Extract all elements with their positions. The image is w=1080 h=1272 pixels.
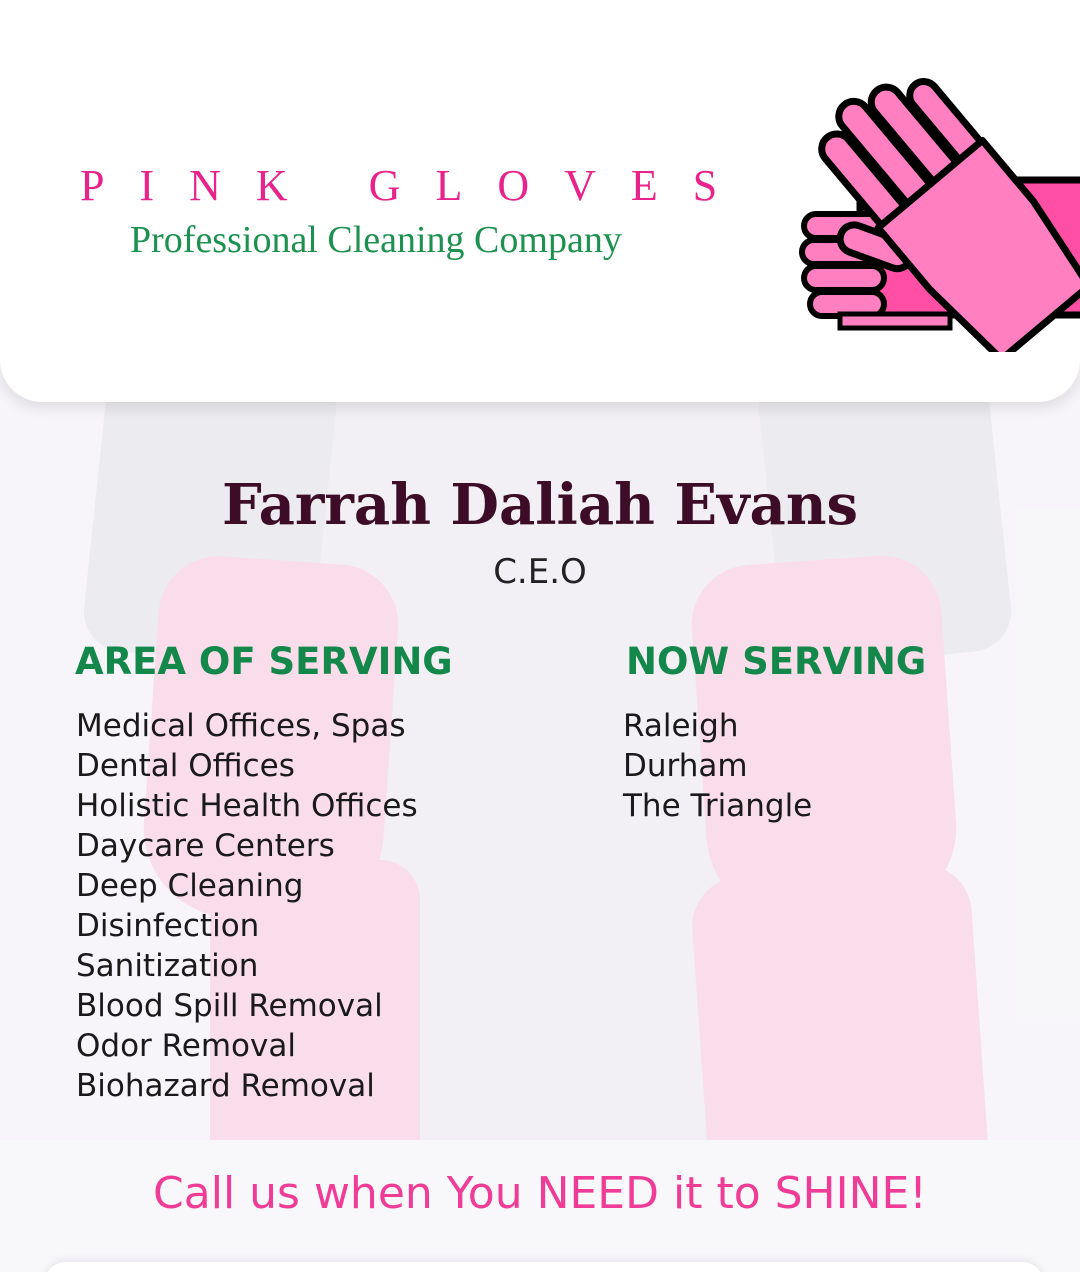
service-list: Medical Offices, Spas Dental Offices Hol…: [76, 706, 418, 1106]
list-item: Daycare Centers: [76, 828, 335, 864]
header-card: PINK GLOVES Professional Cleaning Compan…: [0, 0, 1080, 402]
list-item: Medical Offices, Spas: [76, 708, 406, 744]
list-item: The Triangle: [623, 788, 813, 824]
person-role: C.E.O: [493, 552, 587, 592]
pink-gloves-icon: [799, 78, 1080, 352]
call-to-action-tagline: Call us when You NEED it to SHINE!: [153, 1168, 927, 1219]
location-list: Raleigh Durham The Triangle: [623, 706, 812, 826]
brand-tagline: Professional Cleaning Company: [130, 219, 622, 261]
list-item: Biohazard Removal: [76, 1068, 375, 1104]
now-serving-heading: NOW SERVING: [626, 640, 927, 683]
profile-content: Farrah Daliah Evans C.E.O AREA OF SERVIN…: [0, 402, 1080, 1272]
list-item: Durham: [623, 748, 748, 784]
person-name: Farrah Daliah Evans: [221, 472, 859, 538]
list-item: Holistic Health Offices: [76, 788, 418, 824]
list-item: Sanitization: [76, 948, 259, 984]
list-item: Blood Spill Removal: [76, 988, 383, 1024]
list-item: Dental Offices: [76, 748, 295, 784]
list-item: Odor Removal: [76, 1028, 296, 1064]
list-item: Deep Cleaning: [76, 868, 304, 904]
brand-name: PINK GLOVES: [80, 161, 753, 210]
area-of-serving-heading: AREA OF SERVING: [75, 640, 453, 683]
list-item: Raleigh: [623, 708, 739, 744]
list-item: Disinfection: [76, 908, 260, 944]
bottom-card: [44, 1262, 1044, 1272]
